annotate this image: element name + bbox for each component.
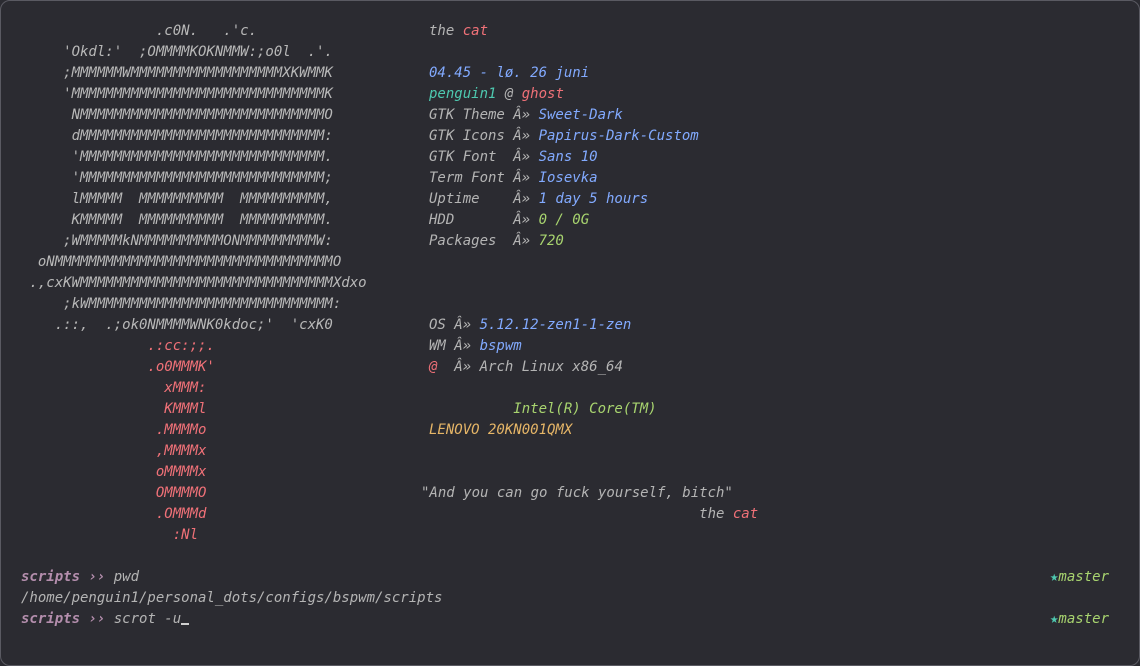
info-row: Packages Â» 720 (429, 233, 564, 249)
quote-block: "And you can go fuck yourself, bitch" th… (421, 483, 758, 525)
info-model: LENOVO 20KN001QMX (429, 422, 573, 438)
info-os: OS Â» 5.12.12-zen1-1-zen (429, 317, 632, 333)
git-status-2: ★master (1050, 609, 1109, 630)
git-branch-name: master (1058, 611, 1109, 627)
quote-sign-name: cat (732, 506, 759, 522)
quote-sign-prefix: the (421, 506, 733, 522)
git-status-1: ★master (1050, 567, 1109, 588)
info-row: Term Font Â» Iosevka (429, 170, 598, 186)
shell-session[interactable]: scripts ›› pwd /home/penguin1/personal_d… (21, 567, 442, 630)
info-distro: @ Â» Arch Linux x86_64 (429, 359, 623, 375)
prompt-dir: scripts (21, 569, 81, 585)
info-title-name: cat (462, 23, 489, 39)
info-row: GTK Theme Â» Sweet-Dark (429, 107, 623, 123)
quote-text: "And you can go fuck yourself, bitch" (421, 485, 733, 501)
info-row: GTK Font Â» Sans 10 (429, 149, 598, 165)
prompt-command: pwd (113, 569, 140, 585)
git-branch-name: master (1058, 569, 1109, 585)
info-cpu: Intel(R) Core(TM) (429, 401, 657, 417)
info-row: GTK Icons Â» Papirus-Dark-Custom (429, 128, 699, 144)
prompt-arrow: ›› (80, 611, 114, 627)
terminal-window[interactable]: .c0N. .'c. 'Okdl:' ;OMMMMKOKNMMW:;o0l .'… (0, 0, 1140, 666)
prompt-line-active[interactable]: scripts ›› scrot -u (21, 609, 190, 627)
system-info-panel: the cat 04.45 - lø. 26 juni penguin1 @ g… (429, 21, 699, 441)
ascii-art-body: .c0N. .'c. 'Okdl:' ;OMMMMKOKNMMW:;o0l .'… (29, 23, 367, 333)
text-cursor (181, 609, 190, 625)
ascii-art-tail: .:cc:;;. .o0MMMK' xMMM: KMMMl .MMMMo ,MM… (147, 338, 215, 543)
info-host: ghost (521, 86, 564, 102)
command-output: /home/penguin1/personal_dots/configs/bsp… (21, 590, 443, 606)
info-title-prefix: the (429, 23, 463, 39)
prompt-line: scripts ›› pwd (21, 569, 139, 585)
prompt-command-input[interactable]: scrot -u (114, 611, 181, 627)
ascii-art-logo: .c0N. .'c. 'Okdl:' ;OMMMMKOKNMMW:;o0l .'… (21, 21, 367, 546)
prompt-dir: scripts (21, 611, 81, 627)
info-datetime: 04.45 - lø. 26 juni (429, 65, 590, 81)
info-row: HDD Â» 0 / 0G (429, 212, 590, 228)
prompt-arrow: ›› (80, 569, 114, 585)
info-row: Uptime Â» 1 day 5 hours (429, 191, 649, 207)
info-wm: WM Â» bspwm (429, 338, 522, 354)
info-user: penguin1 (429, 86, 497, 102)
info-at: @ (496, 86, 522, 102)
